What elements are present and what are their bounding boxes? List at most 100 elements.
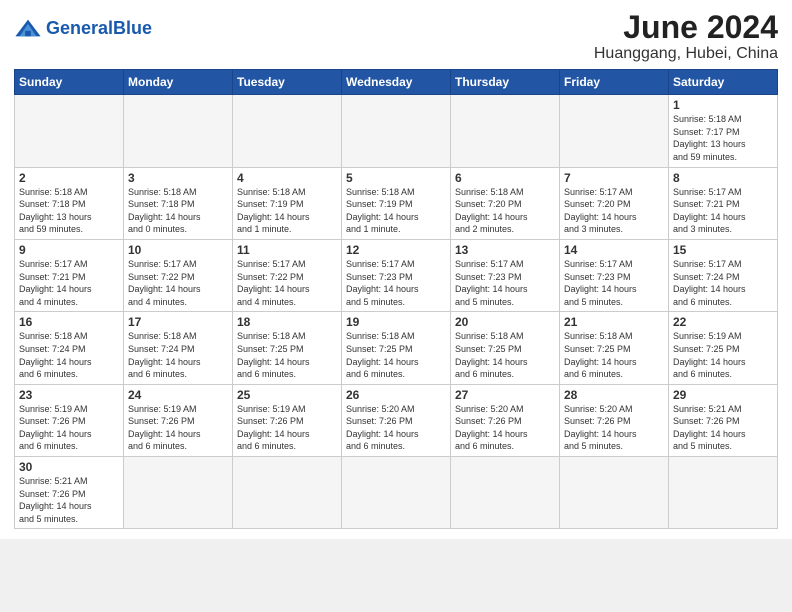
header-friday: Friday bbox=[560, 70, 669, 95]
day-info: Sunrise: 5:18 AM Sunset: 7:25 PM Dayligh… bbox=[455, 330, 555, 380]
page: GeneralBlue June 2024 Huanggang, Hubei, … bbox=[0, 0, 792, 539]
day-info: Sunrise: 5:18 AM Sunset: 7:19 PM Dayligh… bbox=[346, 186, 446, 236]
calendar-cell bbox=[451, 95, 560, 167]
calendar-cell: 6Sunrise: 5:18 AM Sunset: 7:20 PM Daylig… bbox=[451, 167, 560, 239]
day-number: 5 bbox=[346, 171, 446, 185]
header: GeneralBlue June 2024 Huanggang, Hubei, … bbox=[14, 10, 778, 63]
day-number: 13 bbox=[455, 243, 555, 257]
calendar-cell: 15Sunrise: 5:17 AM Sunset: 7:24 PM Dayli… bbox=[669, 239, 778, 311]
day-number: 12 bbox=[346, 243, 446, 257]
day-number: 25 bbox=[237, 388, 337, 402]
day-info: Sunrise: 5:17 AM Sunset: 7:22 PM Dayligh… bbox=[237, 258, 337, 308]
day-info: Sunrise: 5:17 AM Sunset: 7:21 PM Dayligh… bbox=[673, 186, 773, 236]
day-number: 14 bbox=[564, 243, 664, 257]
calendar-cell bbox=[560, 457, 669, 529]
header-tuesday: Tuesday bbox=[233, 70, 342, 95]
day-info: Sunrise: 5:21 AM Sunset: 7:26 PM Dayligh… bbox=[19, 475, 119, 525]
day-number: 19 bbox=[346, 315, 446, 329]
day-info: Sunrise: 5:19 AM Sunset: 7:26 PM Dayligh… bbox=[237, 403, 337, 453]
calendar-cell: 9Sunrise: 5:17 AM Sunset: 7:21 PM Daylig… bbox=[15, 239, 124, 311]
calendar-cell: 27Sunrise: 5:20 AM Sunset: 7:26 PM Dayli… bbox=[451, 384, 560, 456]
logo: GeneralBlue bbox=[14, 14, 152, 42]
calendar-cell: 19Sunrise: 5:18 AM Sunset: 7:25 PM Dayli… bbox=[342, 312, 451, 384]
day-number: 27 bbox=[455, 388, 555, 402]
calendar-cell: 30Sunrise: 5:21 AM Sunset: 7:26 PM Dayli… bbox=[15, 457, 124, 529]
logo-general: General bbox=[46, 18, 113, 38]
calendar-cell: 28Sunrise: 5:20 AM Sunset: 7:26 PM Dayli… bbox=[560, 384, 669, 456]
day-number: 6 bbox=[455, 171, 555, 185]
calendar-cell bbox=[342, 457, 451, 529]
calendar-cell bbox=[233, 95, 342, 167]
day-number: 22 bbox=[673, 315, 773, 329]
day-number: 16 bbox=[19, 315, 119, 329]
day-number: 2 bbox=[19, 171, 119, 185]
header-monday: Monday bbox=[124, 70, 233, 95]
day-number: 8 bbox=[673, 171, 773, 185]
day-info: Sunrise: 5:19 AM Sunset: 7:25 PM Dayligh… bbox=[673, 330, 773, 380]
calendar-cell: 5Sunrise: 5:18 AM Sunset: 7:19 PM Daylig… bbox=[342, 167, 451, 239]
day-info: Sunrise: 5:18 AM Sunset: 7:25 PM Dayligh… bbox=[564, 330, 664, 380]
calendar-cell: 12Sunrise: 5:17 AM Sunset: 7:23 PM Dayli… bbox=[342, 239, 451, 311]
day-info: Sunrise: 5:17 AM Sunset: 7:23 PM Dayligh… bbox=[455, 258, 555, 308]
logo-blue: Blue bbox=[113, 18, 152, 38]
location-title: Huanggang, Hubei, China bbox=[594, 45, 778, 63]
day-info: Sunrise: 5:17 AM Sunset: 7:20 PM Dayligh… bbox=[564, 186, 664, 236]
day-info: Sunrise: 5:18 AM Sunset: 7:25 PM Dayligh… bbox=[346, 330, 446, 380]
day-number: 26 bbox=[346, 388, 446, 402]
calendar-cell bbox=[342, 95, 451, 167]
calendar-cell: 25Sunrise: 5:19 AM Sunset: 7:26 PM Dayli… bbox=[233, 384, 342, 456]
day-info: Sunrise: 5:19 AM Sunset: 7:26 PM Dayligh… bbox=[128, 403, 228, 453]
day-number: 3 bbox=[128, 171, 228, 185]
calendar-cell: 14Sunrise: 5:17 AM Sunset: 7:23 PM Dayli… bbox=[560, 239, 669, 311]
day-info: Sunrise: 5:17 AM Sunset: 7:21 PM Dayligh… bbox=[19, 258, 119, 308]
calendar-cell: 18Sunrise: 5:18 AM Sunset: 7:25 PM Dayli… bbox=[233, 312, 342, 384]
calendar-cell: 26Sunrise: 5:20 AM Sunset: 7:26 PM Dayli… bbox=[342, 384, 451, 456]
day-number: 1 bbox=[673, 98, 773, 112]
weekday-header-row: Sunday Monday Tuesday Wednesday Thursday… bbox=[15, 70, 778, 95]
day-number: 24 bbox=[128, 388, 228, 402]
day-info: Sunrise: 5:20 AM Sunset: 7:26 PM Dayligh… bbox=[346, 403, 446, 453]
day-number: 18 bbox=[237, 315, 337, 329]
day-info: Sunrise: 5:20 AM Sunset: 7:26 PM Dayligh… bbox=[564, 403, 664, 453]
day-number: 15 bbox=[673, 243, 773, 257]
day-info: Sunrise: 5:17 AM Sunset: 7:23 PM Dayligh… bbox=[564, 258, 664, 308]
calendar-cell: 4Sunrise: 5:18 AM Sunset: 7:19 PM Daylig… bbox=[233, 167, 342, 239]
calendar-cell: 11Sunrise: 5:17 AM Sunset: 7:22 PM Dayli… bbox=[233, 239, 342, 311]
calendar-cell: 2Sunrise: 5:18 AM Sunset: 7:18 PM Daylig… bbox=[15, 167, 124, 239]
calendar-cell bbox=[15, 95, 124, 167]
month-title: June 2024 bbox=[594, 10, 778, 45]
day-info: Sunrise: 5:18 AM Sunset: 7:18 PM Dayligh… bbox=[128, 186, 228, 236]
day-info: Sunrise: 5:18 AM Sunset: 7:25 PM Dayligh… bbox=[237, 330, 337, 380]
logo-text: GeneralBlue bbox=[46, 19, 152, 37]
logo-icon bbox=[14, 14, 42, 42]
day-number: 10 bbox=[128, 243, 228, 257]
calendar-cell: 22Sunrise: 5:19 AM Sunset: 7:25 PM Dayli… bbox=[669, 312, 778, 384]
calendar-cell: 1Sunrise: 5:18 AM Sunset: 7:17 PM Daylig… bbox=[669, 95, 778, 167]
day-number: 17 bbox=[128, 315, 228, 329]
calendar-cell bbox=[124, 457, 233, 529]
title-area: June 2024 Huanggang, Hubei, China bbox=[594, 10, 778, 63]
day-number: 9 bbox=[19, 243, 119, 257]
header-thursday: Thursday bbox=[451, 70, 560, 95]
day-number: 30 bbox=[19, 460, 119, 474]
day-number: 21 bbox=[564, 315, 664, 329]
day-number: 11 bbox=[237, 243, 337, 257]
calendar-cell bbox=[669, 457, 778, 529]
day-info: Sunrise: 5:18 AM Sunset: 7:24 PM Dayligh… bbox=[19, 330, 119, 380]
calendar-table: Sunday Monday Tuesday Wednesday Thursday… bbox=[14, 69, 778, 529]
day-info: Sunrise: 5:21 AM Sunset: 7:26 PM Dayligh… bbox=[673, 403, 773, 453]
header-saturday: Saturday bbox=[669, 70, 778, 95]
calendar-cell: 10Sunrise: 5:17 AM Sunset: 7:22 PM Dayli… bbox=[124, 239, 233, 311]
day-info: Sunrise: 5:18 AM Sunset: 7:19 PM Dayligh… bbox=[237, 186, 337, 236]
calendar-cell: 24Sunrise: 5:19 AM Sunset: 7:26 PM Dayli… bbox=[124, 384, 233, 456]
calendar-cell: 29Sunrise: 5:21 AM Sunset: 7:26 PM Dayli… bbox=[669, 384, 778, 456]
header-sunday: Sunday bbox=[15, 70, 124, 95]
calendar-cell: 23Sunrise: 5:19 AM Sunset: 7:26 PM Dayli… bbox=[15, 384, 124, 456]
day-number: 20 bbox=[455, 315, 555, 329]
day-info: Sunrise: 5:19 AM Sunset: 7:26 PM Dayligh… bbox=[19, 403, 119, 453]
calendar-cell bbox=[560, 95, 669, 167]
day-number: 4 bbox=[237, 171, 337, 185]
calendar-cell: 16Sunrise: 5:18 AM Sunset: 7:24 PM Dayli… bbox=[15, 312, 124, 384]
calendar-cell bbox=[451, 457, 560, 529]
day-info: Sunrise: 5:18 AM Sunset: 7:20 PM Dayligh… bbox=[455, 186, 555, 236]
